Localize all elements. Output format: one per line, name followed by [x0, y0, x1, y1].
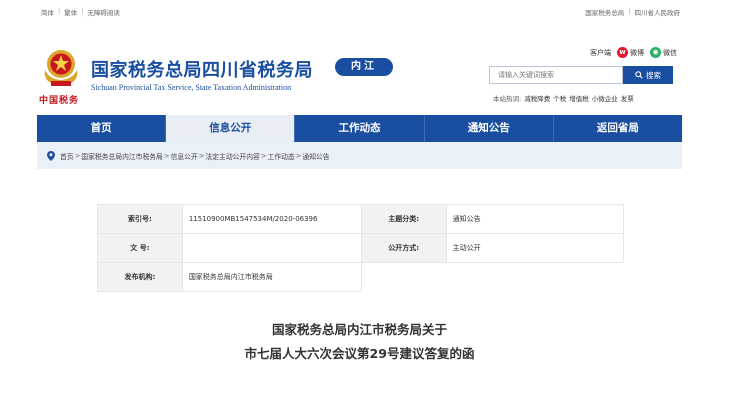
weixin-link[interactable]: ◉ 微信: [650, 47, 677, 58]
doc-number-value: [181, 233, 362, 263]
nav-item-back-to-province[interactable]: 返回省局: [554, 115, 682, 142]
breadcrumb-item[interactable]: 首页: [60, 151, 74, 161]
social-links: 客户端 w 微博 ◉ 微信: [584, 47, 677, 58]
table-row: 文 号: 公开方式: 主动公开: [97, 233, 625, 263]
issuing-org-label: 发布机构:: [97, 262, 183, 292]
divider: |: [628, 7, 631, 15]
issuing-org-value: 国家税务总局内江市税务局: [181, 262, 362, 292]
breadcrumb-separator: >: [295, 151, 302, 160]
topic-label: 主题分类:: [360, 204, 447, 234]
document-title: 国家税务总局内江市税务局关于 市七届人大六次会议第29号建议答复的函: [37, 318, 682, 366]
nav-item-home[interactable]: 首页: [37, 115, 167, 142]
hot-word-link[interactable]: 发票: [621, 93, 634, 103]
document-info-table: 索引号: 11510900MB1547534M/2020-06396 主题分类:…: [97, 204, 625, 292]
accessibility-link[interactable]: 无障碍阅读: [87, 7, 120, 17]
table-row: 索引号: 11510900MB1547534M/2020-06396 主题分类:…: [97, 204, 625, 234]
search-button-label: 搜索: [646, 70, 661, 80]
hot-word-link[interactable]: 增值税: [569, 93, 589, 103]
document-title-line-2: 市七届人大六次会议第29号建议答复的函: [244, 346, 475, 361]
sta-link[interactable]: 国家税务总局: [585, 7, 624, 17]
sichuan-gov-link[interactable]: 四川省人民政府: [635, 7, 681, 17]
table-row: 发布机构: 国家税务总局内江市税务局: [97, 262, 624, 292]
breadcrumb: 首页 > 国家税务总局内江市税务局 > 信息公开 > 法定主动公开内容 > 工作…: [37, 142, 682, 169]
site-header: 中国税务 国家税务总局四川省税务局 Sichuan Provincial Tax…: [37, 28, 682, 108]
index-label: 索引号:: [97, 204, 183, 234]
search-button[interactable]: 搜索: [623, 66, 673, 84]
hot-word-link[interactable]: 减税降费: [524, 93, 550, 103]
simplified-link[interactable]: 简体: [41, 7, 54, 17]
emblem-caption: 中国税务: [39, 96, 80, 106]
breadcrumb-separator: >: [198, 151, 205, 160]
divider: |: [81, 7, 84, 15]
hot-word-link[interactable]: 个税: [553, 93, 566, 103]
client-link[interactable]: 客户端: [590, 48, 611, 58]
location-pin-icon: [47, 150, 55, 161]
weixin-label: 微信: [663, 48, 677, 57]
publish-mode-value: 主动公开: [445, 233, 625, 263]
doc-number-label: 文 号:: [97, 233, 183, 263]
region-badge: 内江: [335, 58, 393, 76]
traditional-link[interactable]: 繁体: [64, 7, 77, 17]
nav-item-notices[interactable]: 通知公告: [425, 115, 554, 142]
breadcrumb-separator: >: [260, 151, 267, 160]
site-title[interactable]: 国家税务总局四川省税务局: [91, 56, 313, 82]
hot-words-label: 本站热词:: [493, 95, 522, 103]
divider: |: [58, 7, 61, 15]
breadcrumb-item[interactable]: 信息公开: [171, 151, 198, 161]
breadcrumb-item[interactable]: 工作动态: [268, 151, 295, 161]
nav-item-work-news[interactable]: 工作动态: [295, 115, 425, 142]
weibo-label: 微博: [630, 48, 644, 57]
main-nav: 首页 信息公开 工作动态 通知公告 返回省局: [37, 115, 682, 142]
page: 简体 | 繁体 | 无障碍阅读 国家税务总局 | 四川省人民政府 中国税务 国家…: [37, 0, 682, 401]
top-utility-bar: 简体 | 繁体 | 无障碍阅读 国家税务总局 | 四川省人民政府: [37, 0, 682, 22]
hot-word-link[interactable]: 小微企业: [592, 93, 618, 103]
weibo-icon: w: [617, 47, 628, 58]
client-label: 客户端: [590, 48, 611, 57]
breadcrumb-separator: >: [74, 151, 81, 160]
breadcrumb-item[interactable]: 通知公告: [302, 151, 329, 161]
hot-words: 本站热词: 减税降费 个税 增值税 小微企业 发票: [493, 93, 634, 103]
site-subtitle-english: Sichuan Provincial Tax Service, State Ta…: [91, 83, 292, 92]
empty-cell: [361, 263, 623, 292]
breadcrumb-separator: >: [163, 151, 170, 160]
document-title-line-1: 国家税务总局内江市税务局关于: [271, 322, 447, 337]
breadcrumb-item[interactable]: 国家税务总局内江市税务局: [81, 151, 163, 161]
topic-value: 通知公告: [445, 204, 625, 234]
nav-item-info-disclosure[interactable]: 信息公开: [166, 115, 296, 142]
top-bar-left: 简体 | 繁体 | 无障碍阅读: [41, 7, 120, 17]
top-bar-right: 国家税务总局 | 四川省人民政府: [585, 7, 680, 17]
index-value: 11510900MB1547534M/2020-06396: [181, 204, 362, 234]
search-input[interactable]: [489, 66, 623, 84]
publish-mode-label: 公开方式:: [360, 233, 447, 263]
weibo-link[interactable]: w 微博: [617, 47, 644, 58]
search-icon: [635, 71, 643, 79]
breadcrumb-item[interactable]: 法定主动公开内容: [205, 151, 259, 161]
tax-emblem-icon[interactable]: [39, 46, 83, 88]
weixin-icon: ◉: [650, 47, 661, 58]
search-box: 搜索: [489, 66, 673, 84]
